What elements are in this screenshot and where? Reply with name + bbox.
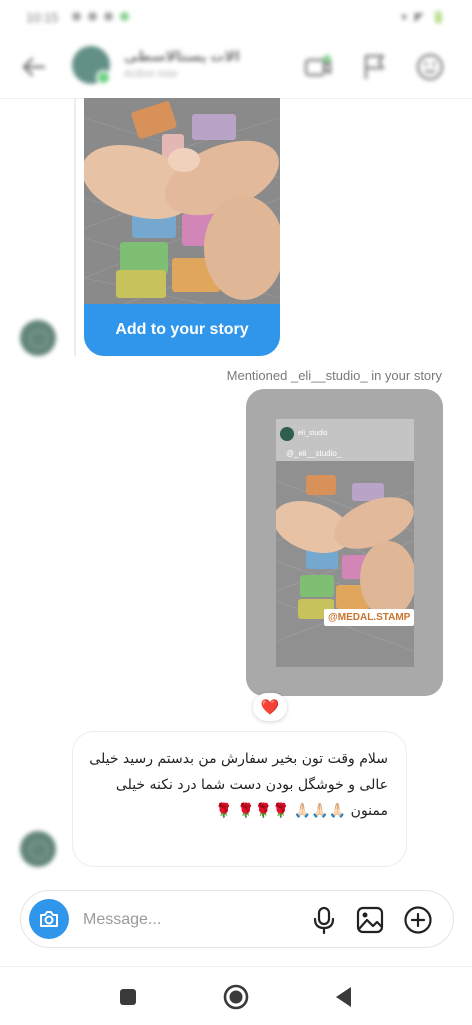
add-to-story-button[interactable]: Add to your story [84, 304, 280, 356]
sender-avatar[interactable] [20, 831, 56, 867]
heart-reaction[interactable]: ❤️ [253, 693, 287, 721]
status-bar: 10:15 ▾ ◤ 🔋 [0, 0, 472, 34]
shared-story-card[interactable]: Add to your story [84, 98, 280, 356]
mentioned-story-card[interactable]: eli_studio @_eli__studio_ @MEDAL.STAMP [246, 389, 443, 696]
story-handle-sticker: @_eli__studio_ [286, 449, 342, 458]
sender-avatar[interactable] [20, 320, 56, 356]
home-circle-icon[interactable] [222, 983, 250, 1011]
back-arrow-icon[interactable] [18, 52, 50, 82]
system-nav-bar [0, 966, 472, 1025]
flag-icon[interactable] [358, 51, 390, 83]
contact-avatar[interactable] [72, 46, 111, 85]
whatsapp-dot-icon [120, 12, 129, 21]
contact-name[interactable]: الات پستالاسطی [124, 48, 240, 65]
message-bubble[interactable]: سلام وقت تون بخیر سفارش من بدستم رسید خی… [72, 731, 407, 867]
chat-header: الات پستالاسطی Active now [0, 36, 472, 99]
message-input[interactable] [81, 905, 285, 935]
status-time: 10:15 [26, 10, 59, 25]
message-composer [20, 890, 454, 948]
notification-dot-icon [88, 12, 97, 21]
camera-icon [40, 911, 58, 927]
add-icon[interactable] [403, 905, 433, 935]
notification-dot-icon [72, 12, 81, 21]
message-text: سلام وقت تون بخیر سفارش من بدستم رسید خی… [89, 751, 388, 819]
emoji-icon[interactable] [414, 51, 446, 83]
story-preview: eli_studio @_eli__studio_ @MEDAL.STAMP [276, 419, 415, 667]
status-indicators: ▾ ◤ 🔋 [401, 10, 448, 24]
recents-square-icon[interactable] [114, 983, 142, 1011]
contact-status: Active now [124, 68, 178, 80]
microphone-icon[interactable] [309, 905, 339, 935]
story-photo[interactable] [84, 98, 280, 304]
story-account-avatar [280, 427, 294, 441]
story-account-tag: eli_studio [298, 430, 328, 437]
story-reply-line [74, 98, 76, 356]
camera-button[interactable] [29, 899, 69, 939]
gallery-icon[interactable] [355, 905, 385, 935]
back-triangle-icon[interactable] [330, 983, 358, 1011]
notification-dot-icon [104, 12, 113, 21]
video-call-icon[interactable] [302, 51, 334, 83]
mention-tag-sticker: @MEDAL.STAMP [324, 609, 415, 626]
story-photo [276, 461, 414, 667]
mention-notice: Mentioned _eli__studio_ in your story [226, 368, 442, 383]
